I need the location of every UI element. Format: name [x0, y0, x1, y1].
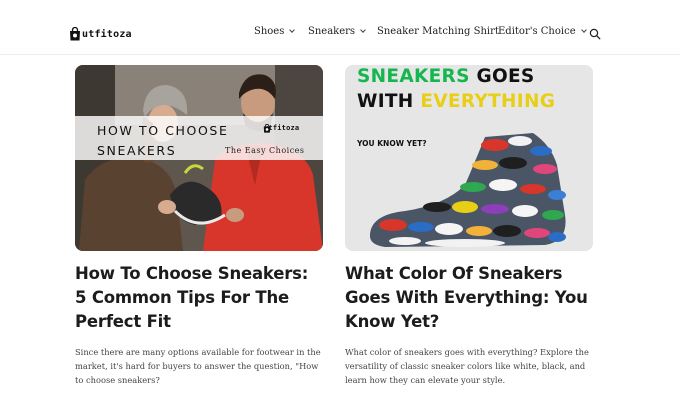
post-excerpt: Since there are many options available f… [75, 347, 321, 385]
nav-item-label: Sneakers [308, 26, 356, 37]
post-card: SNEAKERS GOES WITH EVERYTHING YOU KNOW Y… [345, 65, 593, 385]
search-icon[interactable] [589, 28, 601, 40]
post-thumbnail[interactable]: SNEAKERS GOES WITH EVERYTHING YOU KNOW Y… [345, 65, 593, 251]
post-thumbnail[interactable]: HOW TO CHOOSE SNEAKERS utfitoza The Easy… [75, 65, 323, 251]
nav-item-label: Editor's Choice [498, 26, 576, 37]
nav-item-label: Shoes [254, 26, 285, 37]
post-title[interactable]: What Color Of Sneakers Goes With Everyth… [345, 262, 595, 334]
image-headline-line1: SNEAKERS GOES [357, 66, 535, 87]
image-tagline: YOU KNOW YET? [357, 139, 427, 148]
nav-item-shoes[interactable]: Shoes [254, 26, 296, 37]
image-headline-word: SNEAKERS [357, 66, 470, 87]
post-title[interactable]: How To Choose Sneakers: 5 Common Tips Fo… [75, 262, 325, 334]
site-header: utfitoza Shoes Sneakers Sneaker Matching… [0, 0, 680, 55]
post-excerpt: What color of sneakers goes with everyth… [345, 347, 589, 385]
image-headline-word: GOES [476, 66, 535, 87]
image-headline-word: EVERYTHING [420, 91, 556, 112]
chevron-down-icon [289, 27, 296, 33]
image-brand-logo: utfitoza [263, 124, 299, 133]
nav-item-sneakers[interactable]: Sneakers [308, 26, 366, 37]
nav-item-label: Sneaker Matching Shirt [377, 26, 499, 37]
image-headline-line2: WITH EVERYTHING [357, 91, 555, 112]
main-nav: Shoes Sneakers Sneaker Matching Shirt Ed… [0, 26, 680, 42]
shopping-bag-icon [263, 124, 271, 133]
image-banner-title: HOW TO CHOOSE SNEAKERS [97, 123, 229, 158]
chevron-down-icon [360, 27, 366, 33]
image-banner-subtitle: The Easy Choices [225, 146, 305, 155]
nav-item-editors-choice[interactable]: Editor's Choice [498, 26, 587, 37]
post-card: HOW TO CHOOSE SNEAKERS utfitoza The Easy… [75, 65, 323, 385]
nav-item-sneaker-matching-shirt[interactable]: Sneaker Matching Shirt [377, 26, 499, 37]
image-headline-word: WITH [357, 91, 414, 112]
chevron-down-icon [580, 27, 587, 33]
